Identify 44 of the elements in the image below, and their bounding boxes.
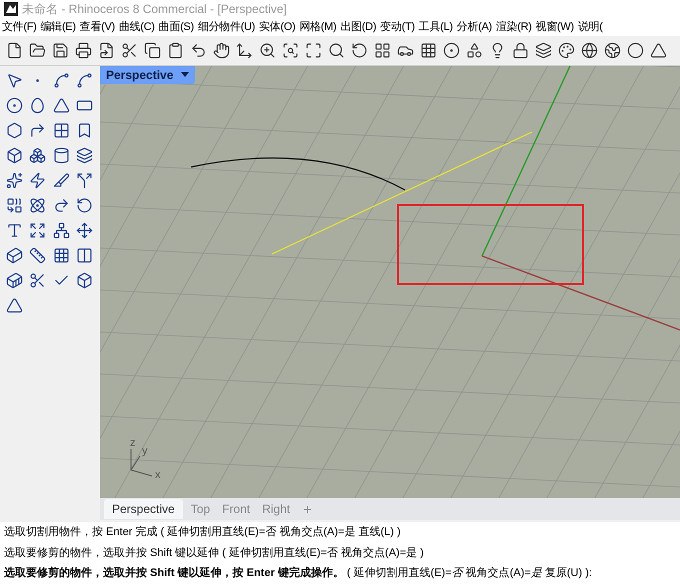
star-icon[interactable] <box>4 170 24 190</box>
menu-item[interactable]: 出图(D) <box>338 18 378 36</box>
hand-icon[interactable] <box>211 40 231 60</box>
triangle-icon[interactable] <box>648 40 668 60</box>
viewport-tab[interactable]: Perspective <box>104 499 183 519</box>
window-title: 未命名 - Rhinoceros 8 Commercial - [Perspective] <box>22 1 287 18</box>
add-tab-icon[interactable] <box>302 504 314 514</box>
viewport-title-tab[interactable]: Perspective <box>100 66 196 84</box>
move-icon[interactable] <box>74 220 94 240</box>
menu-item[interactable]: 网格(M) <box>297 18 338 36</box>
axis-label: y <box>142 445 148 457</box>
layers-icon[interactable] <box>533 40 553 60</box>
menu-item[interactable]: 实体(O) <box>257 18 298 36</box>
solid-icon[interactable] <box>4 245 24 265</box>
circle-icon[interactable] <box>4 95 24 115</box>
menu-item[interactable]: 曲面(S) <box>156 18 196 36</box>
rotate-axes-icon[interactable] <box>234 40 254 60</box>
wireframe-sphere-icon[interactable] <box>579 40 599 60</box>
menu-item[interactable]: 视窗(W) <box>534 18 576 36</box>
sphere-icon[interactable] <box>625 40 645 60</box>
cube-icon[interactable] <box>74 270 94 290</box>
circle-target-icon[interactable] <box>441 40 461 60</box>
menu-item[interactable]: 细分物件(U) <box>196 18 258 36</box>
command-history-line: 选取要修剪的物件，选取并按 Shift 键以延伸 ( 延伸切割用直线(E)=否 视角交点(A)=是 ) <box>4 546 425 561</box>
menu-item[interactable]: 工具(L) <box>416 18 455 36</box>
axis-icon <box>130 448 152 476</box>
menu-item[interactable]: 变动(T) <box>378 18 417 36</box>
menu-item[interactable]: 曲线(C) <box>116 18 157 36</box>
menu-item[interactable]: 说明( <box>576 18 605 36</box>
menu-item[interactable]: 编辑(E) <box>38 18 78 36</box>
dropdown-caret-icon[interactable] <box>181 72 190 78</box>
ruler-icon[interactable] <box>28 245 48 265</box>
axis-label: z <box>130 437 136 449</box>
menu-item[interactable]: 分析(A) <box>454 18 494 36</box>
axis-label: x <box>155 469 160 481</box>
menu-item[interactable]: 查看(V) <box>78 18 117 36</box>
group-icon[interactable] <box>51 220 71 240</box>
command-history-line: 选取切割用物件，按 Enter 完成 ( 延伸切割用直线(E)=否 视角交点(A)=是 直线(L) ) <box>4 524 402 540</box>
command-prompt: 选取要修剪的物件，选取并按 Shift 键以延伸，按 Enter 键完成操作。 ( 延伸切割用直线(E)=否 视角交点(A)=是 复原(U) ): <box>4 566 592 582</box>
copy-icon[interactable] <box>142 40 162 60</box>
printer-icon[interactable] <box>73 40 93 60</box>
menu-item[interactable]: 渲染(R) <box>494 18 534 36</box>
menu-item[interactable]: 文件(F) <box>0 18 39 36</box>
viewport-title: Perspective <box>106 67 174 84</box>
